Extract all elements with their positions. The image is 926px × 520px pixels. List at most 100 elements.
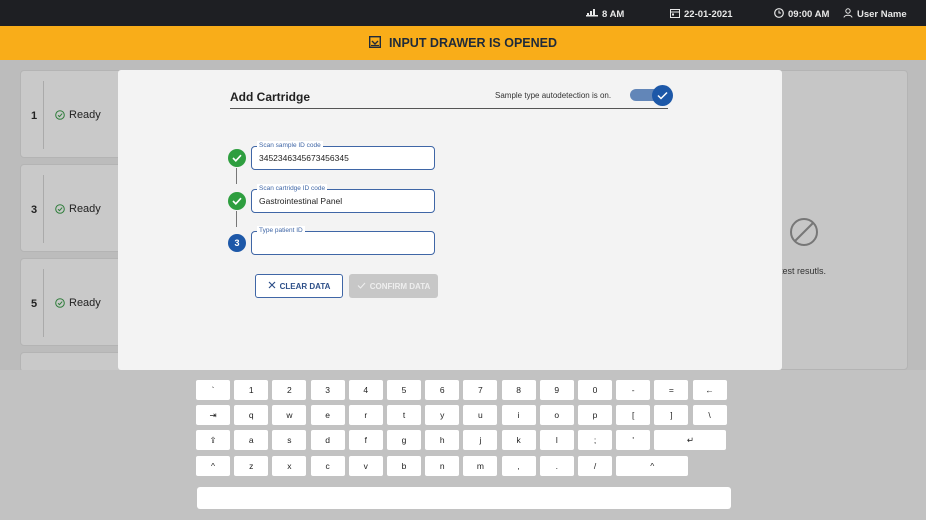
module-slot-5[interactable]: 5 Ready [20, 258, 130, 346]
keyboard-key[interactable]: q [234, 405, 269, 425]
keyboard-key[interactable]: m [463, 456, 498, 476]
slot-number: 5 [31, 298, 38, 310]
keyboard-key[interactable]: ^ [196, 456, 230, 476]
keyboard-key[interactable]: l [539, 430, 574, 450]
keyboard-key[interactable]: [ [616, 405, 651, 425]
keyboard-key[interactable]: ⇥ [196, 405, 230, 425]
field-value: Gastrointestinal Panel [259, 196, 343, 206]
keyboard-key[interactable]: h [425, 430, 460, 450]
step-complete-icon [228, 149, 246, 167]
keyboard-key[interactable]: e [310, 405, 345, 425]
keyboard-key[interactable]: b [387, 456, 421, 476]
module-slot-1[interactable]: 1 Ready [20, 70, 130, 158]
patient-id-field[interactable]: Type patient ID [251, 226, 435, 255]
autodetect-toggle[interactable] [630, 85, 674, 106]
divider [43, 81, 44, 149]
add-cartridge-dialog: Add Cartridge Sample type autodetection … [118, 70, 782, 370]
keyboard-key[interactable]: = [654, 380, 689, 400]
keyboard-key[interactable]: - [616, 380, 651, 400]
keyboard-key[interactable]: 2 [272, 380, 307, 400]
keyboard-key[interactable]: z [234, 456, 269, 476]
divider [43, 175, 44, 243]
cartridge-id-field[interactable]: Scan cartridge ID code Gastrointestinal … [251, 184, 435, 213]
check-icon [652, 85, 673, 106]
space-bar[interactable] [197, 487, 731, 509]
step-connector [236, 211, 237, 227]
date-display: 22-01-2021 [670, 8, 733, 21]
keyboard-key[interactable]: \ [692, 405, 727, 425]
keyboard-key[interactable]: y [425, 405, 460, 425]
step-number-badge: 3 [228, 234, 246, 252]
keyboard-key[interactable]: o [539, 405, 574, 425]
field-label: Scan cartridge ID code [257, 184, 328, 193]
keyboard-key[interactable]: a [234, 430, 269, 450]
close-icon [268, 281, 276, 291]
keyboard-key[interactable]: 7 [463, 380, 498, 400]
signal-icon [586, 8, 598, 20]
keyboard-key[interactable]: ` [196, 380, 230, 400]
field-value: 3452346345673456345 [259, 153, 349, 163]
title-divider [230, 108, 668, 109]
keyboard-key[interactable]: k [501, 430, 536, 450]
onscreen-keyboard: ` 1 2 3 4 5 6 7 8 9 0- = ← ⇥ q w e r t y u i o p[] \ ⇪ a s d f g h j k l… [0, 370, 926, 520]
keyboard-key[interactable]: , [501, 456, 536, 476]
keyboard-key[interactable]: s [272, 430, 307, 450]
no-results-icon [788, 216, 820, 253]
user-menu[interactable]: User Name [843, 8, 907, 21]
keyboard-key[interactable]: 5 [387, 380, 421, 400]
keyboard-key[interactable]: 1 [234, 380, 269, 400]
user-icon [843, 8, 853, 21]
keyboard-key[interactable]: w [272, 405, 307, 425]
keyboard-key[interactable]: ← [692, 380, 727, 400]
keyboard-key[interactable]: 4 [348, 380, 383, 400]
keyboard-key[interactable]: c [310, 456, 345, 476]
autodetect-label: Sample type autodetection is on. [495, 91, 612, 100]
keyboard-key[interactable]: 3 [310, 380, 345, 400]
keyboard-key[interactable]: 9 [539, 380, 574, 400]
keyboard-key[interactable]: ] [654, 405, 689, 425]
keyboard-key[interactable]: ; [578, 430, 612, 450]
keyboard-key[interactable]: 6 [425, 380, 460, 400]
keyboard-key[interactable]: g [387, 430, 421, 450]
slot-status: Ready [55, 297, 101, 309]
keyboard-key[interactable]: 0 [578, 380, 612, 400]
drawer-icon [368, 35, 381, 51]
clear-data-button[interactable]: CLEAR DATA [255, 274, 343, 298]
step-connector [236, 168, 237, 184]
signal-indicator: 8 AM [586, 8, 624, 20]
keyboard-key[interactable]: / [578, 456, 612, 476]
module-slot-7[interactable] [20, 352, 130, 372]
field-label: Type patient ID [257, 226, 305, 235]
module-slot-3[interactable]: 3 Ready [20, 164, 130, 252]
check-icon [357, 282, 366, 291]
keyboard-key[interactable]: . [539, 456, 574, 476]
keyboard-key[interactable]: j [463, 430, 498, 450]
keyboard-key[interactable]: f [348, 430, 383, 450]
confirm-data-button[interactable]: CONFIRM DATA [349, 274, 438, 298]
no-results-text: atest resutls. [775, 266, 827, 276]
keyboard-key[interactable]: d [310, 430, 345, 450]
drawer-status-banner: INPUT DRAWER IS OPENED [0, 26, 926, 60]
check-circle-icon [55, 298, 65, 308]
keyboard-key[interactable]: ⇪ [196, 430, 230, 450]
keyboard-key[interactable]: ↵ [654, 430, 727, 450]
keyboard-key[interactable]: i [501, 405, 536, 425]
slot-status: Ready [55, 109, 101, 121]
keyboard-key[interactable]: p [578, 405, 612, 425]
step-complete-icon [228, 192, 246, 210]
keyboard-key[interactable]: r [348, 405, 383, 425]
sample-id-field[interactable]: Scan sample ID code 3452346345673456345 [251, 141, 435, 170]
keyboard-key[interactable]: ^ [616, 456, 689, 476]
status-bar: 8 AM 22-01-2021 09:00 AM User Name [0, 0, 926, 26]
keyboard-key[interactable]: ' [616, 430, 651, 450]
field-label: Scan sample ID code [257, 141, 323, 150]
check-circle-icon [55, 110, 65, 120]
keyboard-key[interactable]: u [463, 405, 498, 425]
keyboard-key[interactable]: x [272, 456, 307, 476]
keyboard-key[interactable]: 8 [501, 380, 536, 400]
calendar-icon [670, 8, 680, 21]
keyboard-key[interactable]: n [425, 456, 460, 476]
patient-id-input[interactable] [258, 236, 426, 250]
keyboard-key[interactable]: t [387, 405, 421, 425]
keyboard-key[interactable]: v [348, 456, 383, 476]
